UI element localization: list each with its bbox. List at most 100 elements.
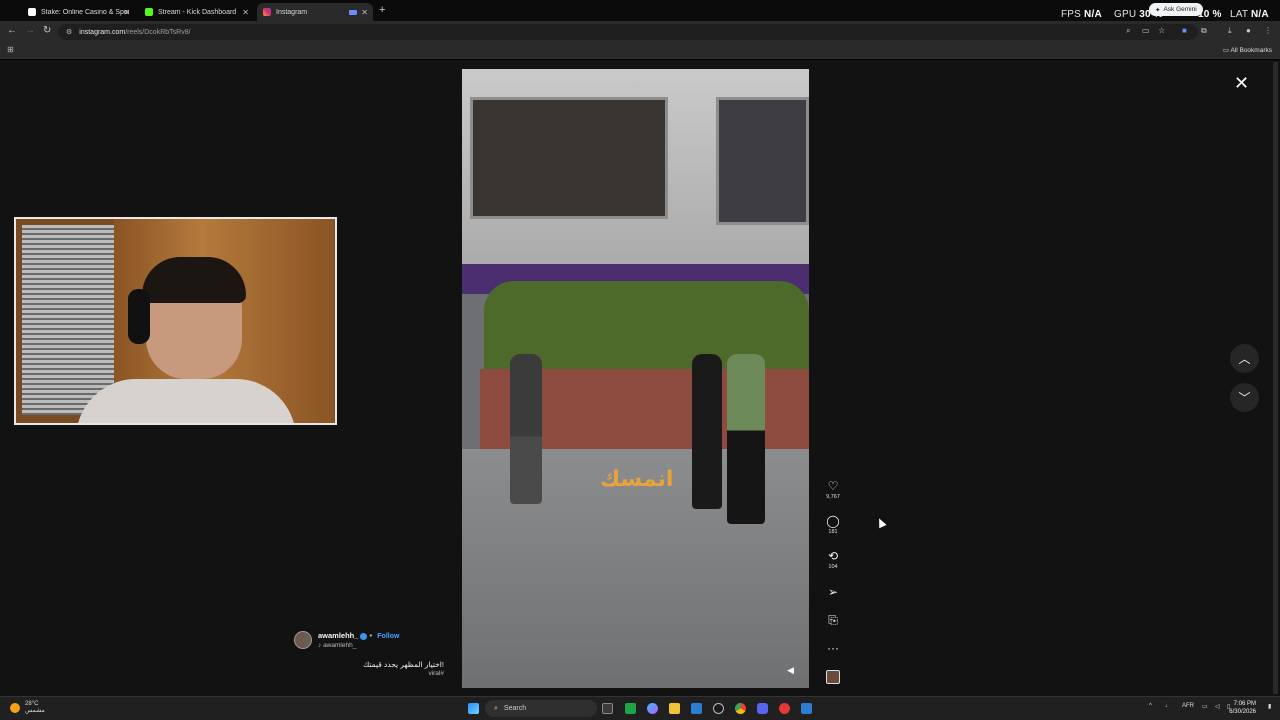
close-tab-icon[interactable]: ✕ (361, 8, 368, 17)
video-person (510, 354, 542, 504)
address-bar[interactable]: ⚙ instagram.com /reels/DcokRbTsRv8/ (58, 24, 1198, 40)
url-path: /reels/DcokRbTsRv8/ (125, 28, 191, 36)
caption-text: اختيار المظهر يحدد قيمتك! (363, 660, 444, 669)
tab-stake[interactable]: Stake: Online Casino & Sports B ✕ (22, 3, 135, 21)
forward-icon[interactable]: → (25, 25, 35, 36)
video-person (692, 354, 722, 509)
taskbar-search[interactable]: ⌕ Search (485, 700, 597, 717)
weather-widget[interactable]: 28°C مشمس (10, 701, 45, 715)
download-icon[interactable]: ⤓ (1228, 26, 1232, 36)
close-tab-icon[interactable]: ✕ (123, 8, 130, 17)
follow-button[interactable]: Follow (377, 633, 399, 640)
search-icon: ⌕ (494, 704, 498, 712)
apps-grid-icon[interactable]: ⊞ (7, 45, 14, 54)
chevron-down-icon: ﹀ (1238, 391, 1251, 405)
username-link[interactable]: awamlehh_ (318, 631, 358, 640)
repost-count: 104 (828, 564, 838, 570)
ask-gemini-label: Ask Gemini (1163, 6, 1197, 13)
windows-start-icon[interactable] (468, 703, 479, 714)
store-icon[interactable] (691, 703, 702, 714)
notifications-icon[interactable]: ▮ (1268, 703, 1271, 710)
video-overlay-text: انمسك (600, 467, 674, 492)
tab-title: Stake: Online Casino & Sports B (41, 8, 129, 16)
all-bookmarks-button[interactable]: ▭ All Bookmarks (1223, 46, 1272, 54)
copilot-icon[interactable] (647, 703, 658, 714)
language-indicator[interactable]: AFR (1182, 703, 1194, 709)
next-reel-button[interactable]: ﹀ (1230, 383, 1259, 412)
browser-toolbar: ← → ↻ ⚙ instagram.com /reels/DcokRbTsRv8… (0, 21, 1280, 43)
audio-thumbnail[interactable] (820, 670, 846, 689)
reload-icon[interactable]: ↻ (43, 25, 51, 36)
video-shop-window (716, 97, 809, 225)
app-icon[interactable] (713, 703, 724, 714)
tab-title: Instagram (276, 8, 308, 16)
clock-time: 7:06 PM (1233, 701, 1256, 707)
like-count: 9,767 (826, 494, 840, 500)
page-scrollbar[interactable] (1273, 62, 1278, 694)
all-bookmarks-label: All Bookmarks (1230, 47, 1272, 54)
save-button[interactable]: ⎘ (820, 614, 846, 627)
webcam-hair (142, 257, 246, 303)
previous-reel-button[interactable]: ︿ (1230, 344, 1259, 373)
weather-temp: 28°C (25, 701, 39, 707)
chrome-icon[interactable] (735, 703, 746, 714)
speaker-icon[interactable]: ◀ (787, 665, 794, 676)
clock-date: 6/30/2026 (1229, 709, 1256, 715)
hud-lat: LAT N/A (1230, 9, 1269, 20)
comment-bubble-icon: ◯ (826, 514, 840, 528)
webcam-shirt (76, 379, 296, 423)
extension-icon[interactable]: ■ (1182, 26, 1187, 35)
extensions-puzzle-icon[interactable]: ⧉ (1201, 26, 1207, 36)
microphone-icon[interactable]: ♩ (1165, 703, 1171, 709)
tab-kick[interactable]: Stream - Kick Dashboard ✕ (139, 3, 254, 21)
system-clock[interactable]: 7:06 PM 6/30/2026 (1229, 700, 1256, 716)
weather-desc: مشمس (25, 708, 45, 714)
chevron-up-icon: ︿ (1238, 352, 1251, 366)
send-icon: ➢ (827, 585, 839, 599)
menu-dots-icon[interactable]: ⋮ (1264, 26, 1272, 35)
tab-bar: Stake: Online Casino & Sports B ✕ Stream… (0, 0, 1280, 21)
reel-video[interactable]: انمسك ◀ (462, 69, 809, 688)
verified-badge-icon (360, 632, 368, 640)
url-domain: instagram.com (79, 28, 126, 36)
close-tab-icon[interactable]: ✕ (242, 8, 249, 17)
volume-icon[interactable]: ◁ (1215, 703, 1220, 710)
app-icon[interactable] (801, 703, 812, 714)
ask-gemini-button[interactable]: ✦ Ask Gemini (1149, 3, 1203, 16)
sparkle-icon: ✦ (1155, 6, 1161, 14)
bookmark-star-icon[interactable]: ☆ (1158, 26, 1165, 35)
comment-button[interactable]: ◯ 181 (820, 514, 846, 536)
task-view-icon[interactable] (602, 703, 613, 714)
reel-viewer: انمسك ◀ ♡ 9,767 ◯ 181 ⟲ 104 ➢ ⎘ ··· awam… (0, 60, 1280, 696)
streamer-webcam (14, 217, 337, 425)
site-info-icon[interactable]: ⚙ (66, 28, 72, 36)
screen-share-icon (349, 9, 357, 15)
profile-icon[interactable]: ● (1246, 26, 1251, 35)
repost-button[interactable]: ⟲ 104 (820, 550, 846, 571)
hashtag-link[interactable]: viral# (428, 670, 444, 677)
close-icon[interactable]: ✕ (1234, 73, 1249, 94)
bookmarks-bar: ⊞ ▭ All Bookmarks (0, 43, 1280, 59)
app-icon[interactable] (779, 703, 790, 714)
video-shop-window (470, 97, 668, 219)
tab-instagram[interactable]: Instagram ✕ (257, 3, 373, 21)
audio-attribution[interactable]: ♪ awamlehh_ (318, 642, 356, 649)
app-icon[interactable] (625, 703, 636, 714)
heart-icon: ♡ (827, 479, 839, 493)
zoom-icon[interactable]: ⌕ (1126, 26, 1130, 36)
more-options-button[interactable]: ··· (820, 642, 846, 655)
cast-icon[interactable]: ▭ (1142, 26, 1150, 35)
share-button[interactable]: ➢ (820, 586, 846, 599)
file-explorer-icon[interactable] (669, 703, 680, 714)
search-placeholder: Search (503, 705, 527, 712)
avatar[interactable] (294, 631, 312, 649)
chevron-up-icon[interactable]: ^ (1149, 703, 1152, 709)
weather-text: 28°C مشمس (25, 701, 45, 715)
separator-dot: • (369, 631, 373, 640)
like-button[interactable]: ♡ 9,767 (820, 479, 846, 501)
network-icon[interactable]: ▭ (1202, 703, 1208, 710)
tab-title: Stream - Kick Dashboard (158, 8, 237, 16)
new-tab-button[interactable]: + (379, 4, 385, 16)
discord-icon[interactable] (757, 703, 768, 714)
back-icon[interactable]: ← (7, 25, 17, 36)
